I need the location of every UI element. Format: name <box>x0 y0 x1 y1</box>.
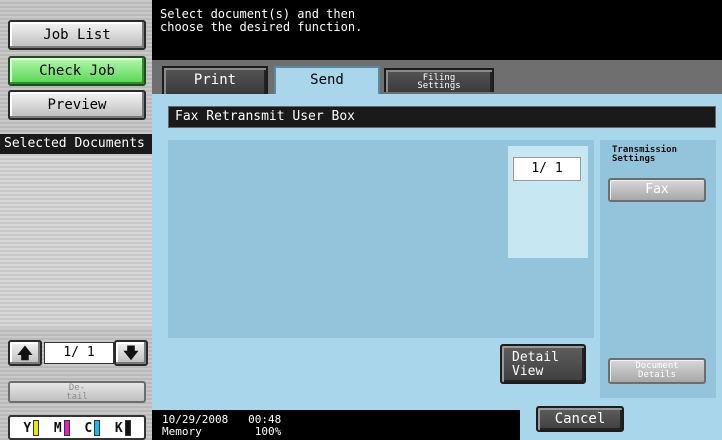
tab-print[interactable]: Print <box>162 66 268 94</box>
up-arrow-icon: 🡅 <box>17 344 33 362</box>
toner-level-icon <box>63 419 70 436</box>
document-page-indicator: 1/ 1 <box>513 157 581 181</box>
fax-button[interactable]: Fax <box>608 178 706 202</box>
detail-button[interactable]: De- tail <box>8 381 146 403</box>
toner-magenta: M <box>53 419 70 436</box>
toner-level-icon <box>94 419 101 436</box>
preview-button[interactable]: Preview <box>8 90 146 120</box>
memory-status: Memory 100% <box>162 425 282 438</box>
tab-filing-settings[interactable]: Filing Settings <box>384 68 494 92</box>
toner-label: K <box>114 420 123 436</box>
check-job-button[interactable]: Check Job <box>8 56 146 86</box>
toner-label: C <box>84 420 93 436</box>
user-box-title: Fax Retransmit User Box <box>168 106 716 128</box>
document-details-button[interactable]: Document Details <box>608 358 706 384</box>
toner-label: Y <box>23 420 32 436</box>
toner-cyan: C <box>84 419 101 436</box>
instruction-message: Select document(s) and then choose the d… <box>160 7 363 34</box>
scroll-up-button[interactable]: 🡅 <box>8 340 42 366</box>
toner-label: M <box>53 420 62 436</box>
scroll-down-button[interactable]: 🡇 <box>114 340 148 366</box>
toner-black: K <box>114 419 131 436</box>
datetime-memory: 10/29/2008 00:48 Memory 100% <box>162 414 281 438</box>
tab-send[interactable]: Send <box>274 66 380 94</box>
transmission-settings-label: Transmission Settings <box>612 145 678 164</box>
down-arrow-icon: 🡇 <box>123 344 139 362</box>
cancel-button[interactable]: Cancel <box>536 406 624 432</box>
toner-level-icon <box>124 419 131 436</box>
selected-documents-list <box>0 154 152 328</box>
sidebar-page-indicator: 1/ 1 <box>44 342 114 364</box>
selected-documents-header: Selected Documents <box>0 134 152 154</box>
job-list-button[interactable]: Job List <box>8 20 146 50</box>
detail-view-button[interactable]: Detail View <box>500 344 586 384</box>
toner-yellow: Y <box>23 419 40 436</box>
toner-level-icon <box>33 419 40 436</box>
toner-levels: Y M C K <box>8 415 146 440</box>
